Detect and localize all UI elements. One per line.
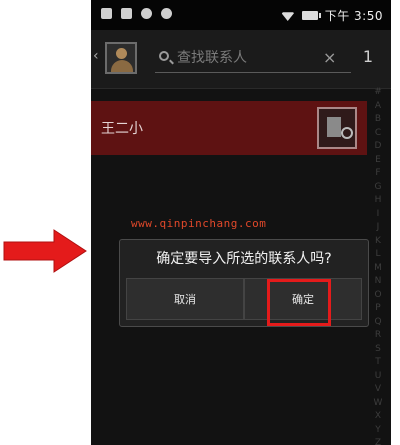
index-letter[interactable]: Y xyxy=(375,424,381,438)
avatar[interactable] xyxy=(105,42,137,74)
index-letter[interactable]: B xyxy=(375,113,381,127)
index-letter[interactable]: A xyxy=(375,100,381,114)
index-letter[interactable]: N xyxy=(375,275,382,289)
index-letter[interactable]: K xyxy=(375,235,381,249)
index-letter[interactable]: V xyxy=(375,383,381,397)
index-letter[interactable]: D xyxy=(375,140,382,154)
contact-name: 王二小 xyxy=(101,121,143,137)
index-letter[interactable]: M xyxy=(374,262,382,276)
search-box[interactable] xyxy=(155,46,351,73)
index-letter[interactable]: E xyxy=(375,154,381,168)
index-letter[interactable]: Q xyxy=(374,316,381,330)
confirm-dialog: 确定要导入所选的联系人吗? 取消 确定 xyxy=(119,239,369,327)
index-letter[interactable]: C xyxy=(375,127,381,141)
index-letter[interactable]: S xyxy=(375,343,381,357)
index-letter[interactable]: Z xyxy=(375,437,381,445)
index-letter[interactable]: # xyxy=(374,86,382,100)
dialog-message: 确定要导入所选的联系人吗? xyxy=(156,251,332,267)
index-letter[interactable]: G xyxy=(375,181,382,195)
search-input[interactable] xyxy=(177,48,327,68)
index-letter[interactable]: F xyxy=(375,167,380,181)
watermark: www.qinpinchang.com xyxy=(131,217,267,230)
back-icon[interactable]: ‹ xyxy=(93,48,99,64)
index-letter[interactable]: T xyxy=(375,356,381,370)
pointer-arrow-icon xyxy=(3,229,87,273)
notification-icon xyxy=(101,8,112,19)
index-letter[interactable]: R xyxy=(375,329,381,343)
index-letter[interactable]: W xyxy=(374,397,383,411)
index-letter[interactable]: U xyxy=(375,370,382,384)
contact-card-icon[interactable] xyxy=(317,107,357,149)
contact-list-item[interactable]: 王二小 xyxy=(91,101,367,155)
index-letter[interactable]: O xyxy=(374,289,381,303)
index-letter[interactable]: L xyxy=(375,248,380,262)
status-bar: 下午 3:50 xyxy=(91,0,391,30)
android-icon xyxy=(121,8,132,19)
index-letter[interactable]: P xyxy=(375,302,380,316)
cancel-button[interactable]: 取消 xyxy=(126,278,244,320)
phone-screen: 下午 3:50 ‹ × 1 王二小 #ABCDEFGHIJKLMNOPQRSTU… xyxy=(91,0,391,445)
index-letter[interactable]: X xyxy=(375,410,381,424)
index-letter[interactable]: I xyxy=(377,208,380,222)
battery-icon xyxy=(301,11,321,20)
alphabet-index-bar[interactable]: # A B C D E F G H I J K L M N O P Q R S T U V W X Y Z xyxy=(370,86,386,445)
index-letter[interactable]: H xyxy=(375,194,382,208)
clear-icon[interactable]: × xyxy=(323,48,336,67)
wifi-icon xyxy=(280,12,295,21)
usb-icon xyxy=(141,8,152,19)
status-time: 下午 3:50 xyxy=(324,9,383,23)
search-icon xyxy=(159,51,169,61)
index-letter[interactable]: J xyxy=(377,221,380,235)
confirm-highlight-box xyxy=(267,279,331,326)
shield-icon xyxy=(161,8,172,19)
selected-count: 1 xyxy=(362,47,373,66)
search-header: ‹ × 1 xyxy=(91,30,391,89)
